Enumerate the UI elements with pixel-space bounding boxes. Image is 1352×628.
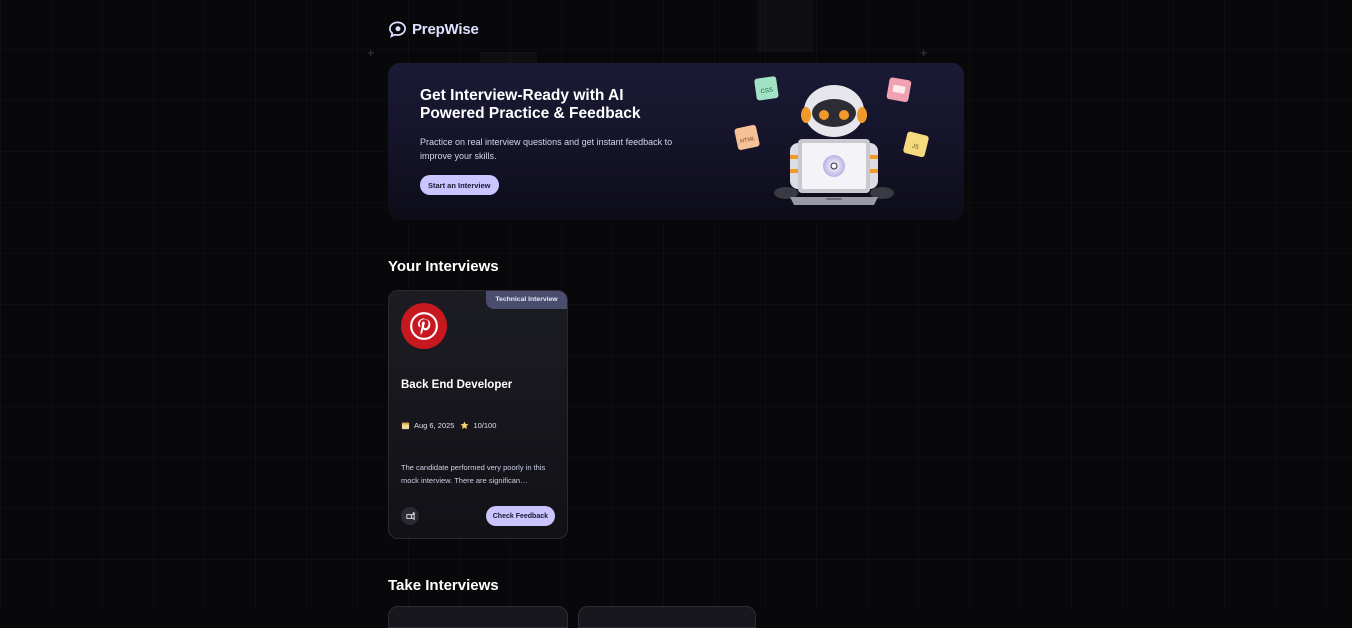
brand-logo[interactable]: PrepWise	[388, 20, 479, 39]
interview-role: Back End Developer	[401, 379, 513, 391]
interview-meta: Aug 6, 2025 10/100	[401, 421, 496, 430]
interview-card[interactable]: Technical Interview Back End Developer A…	[388, 290, 568, 539]
hero-banner: Get Interview-Ready with AI Powered Prac…	[388, 63, 964, 220]
html-tag-icon: HTML	[734, 124, 760, 150]
code-tag-icon	[886, 77, 912, 103]
star-icon	[460, 421, 469, 430]
interview-card-peek[interactable]	[388, 606, 568, 628]
css-tag-icon: CSS	[754, 76, 779, 101]
take-interviews-heading: Take Interviews	[388, 577, 499, 594]
check-feedback-button[interactable]: Check Feedback	[485, 506, 555, 526]
interview-summary: The candidate performed very poorly in t…	[401, 463, 546, 485]
pinterest-logo-icon	[401, 303, 447, 349]
hero-title: Get Interview-Ready with AI Powered Prac…	[420, 87, 641, 122]
tech-stack-icon[interactable]	[401, 507, 419, 525]
robot-illustration: CSS HTML JS	[734, 76, 929, 205]
decor-plus: +	[920, 45, 928, 60]
decor-plus: +	[367, 45, 375, 60]
js-tag-icon: JS	[903, 131, 929, 158]
interview-card-peek[interactable]	[578, 606, 756, 628]
your-interviews-heading: Your Interviews	[388, 258, 499, 275]
logo-icon	[389, 21, 406, 39]
interview-date: Aug 6, 2025	[414, 421, 455, 430]
brand-name: PrepWise	[412, 21, 479, 38]
hero-subtitle: Practice on real interview questions and…	[420, 137, 673, 161]
calendar-icon	[401, 421, 410, 430]
start-interview-button[interactable]: Start an Interview	[420, 175, 499, 195]
interview-type-badge: Technical Interview	[486, 291, 567, 309]
interview-score: 10/100	[473, 421, 497, 430]
page-container: PrepWise + + Get Interview-Ready with AI…	[367, 0, 964, 628]
